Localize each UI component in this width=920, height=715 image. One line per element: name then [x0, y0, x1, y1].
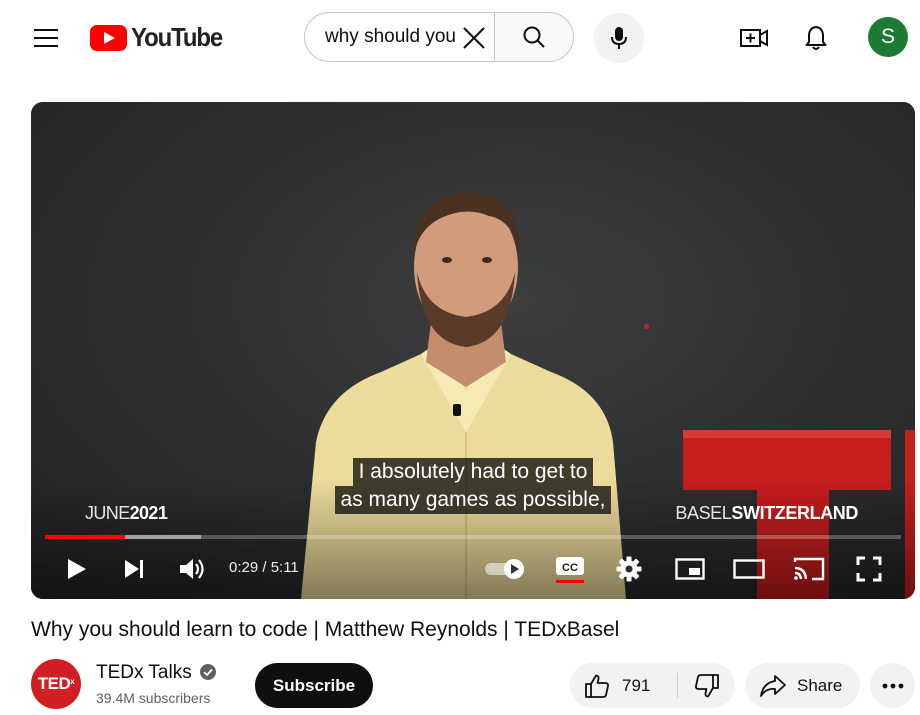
youtube-logo[interactable]: YouTube [90, 22, 230, 53]
like-button[interactable]: 791 [570, 663, 677, 708]
verified-badge-icon [200, 664, 216, 680]
subtitles-button[interactable]: CC [553, 552, 587, 586]
thumbs-down-icon [694, 673, 719, 697]
event-year: 2021 [129, 503, 168, 523]
like-dislike-group: 791 [570, 663, 735, 708]
create-button[interactable] [734, 18, 774, 58]
svg-text:CC: CC [562, 562, 578, 574]
youtube-play-logo-icon [90, 24, 127, 51]
more-actions-button[interactable] [870, 663, 915, 708]
channel-avatar-text: TED [37, 674, 71, 693]
caption-line-2: as many games as possible, [334, 486, 612, 514]
event-month: JUNE [85, 503, 130, 523]
search-box[interactable] [304, 12, 494, 62]
hamburger-menu-icon [34, 29, 58, 47]
next-button[interactable] [117, 552, 151, 586]
caption-line-1: I absolutely had to get to [352, 458, 594, 486]
mute-button[interactable] [175, 552, 209, 586]
share-label: Share [797, 675, 843, 695]
event-date-overlay: JUNE2021 [85, 503, 168, 524]
account-avatar[interactable]: S [868, 17, 908, 57]
masthead: YouTube why should you S [0, 0, 920, 76]
cast-button[interactable] [792, 552, 826, 586]
skip-next-icon [125, 560, 143, 578]
thumbs-up-icon [585, 674, 609, 698]
search-input[interactable] [325, 26, 461, 48]
fullscreen-button[interactable] [852, 552, 886, 586]
gear-icon [616, 556, 642, 582]
more-horizontal-icon [882, 683, 903, 688]
create-video-icon [740, 29, 768, 47]
voice-search-button[interactable] [594, 13, 644, 63]
subscriber-count: 39.4M subscribers [96, 690, 211, 706]
play-icon [68, 559, 86, 579]
play-button[interactable] [59, 552, 93, 586]
progress-bar[interactable] [45, 535, 901, 539]
settings-button[interactable] [612, 552, 646, 586]
recording-light [644, 324, 649, 329]
clear-search-button[interactable] [460, 24, 488, 52]
video-player[interactable]: I absolutely had to get to as many games… [31, 102, 915, 599]
closed-captions-icon: CC [556, 557, 584, 583]
autoplay-toggle[interactable] [483, 552, 527, 586]
like-count: 791 [622, 675, 651, 695]
channel-name[interactable]: TEDx Talks [96, 662, 192, 684]
volume-icon [180, 559, 204, 579]
miniplayer-icon [675, 558, 705, 580]
dislike-button[interactable] [678, 663, 735, 708]
theater-mode-icon [733, 559, 765, 579]
video-title: Why you should learn to code | Matthew R… [31, 618, 620, 641]
event-country: SWITZERLAND [731, 503, 858, 523]
channel-avatar[interactable]: TED x [31, 659, 81, 709]
autoplay-toggle-icon [485, 559, 524, 579]
search-icon [523, 26, 545, 48]
close-icon [463, 27, 485, 49]
event-city: BASEL [675, 503, 732, 523]
channel-avatar-sup: x [70, 676, 75, 686]
share-button[interactable]: Share [745, 663, 860, 708]
miniplayer-button[interactable] [673, 552, 707, 586]
bell-icon [805, 26, 827, 50]
subscribe-button[interactable]: Subscribe [255, 663, 373, 708]
fullscreen-icon [856, 556, 882, 582]
event-location-overlay: BASELSWITZERLAND [675, 503, 858, 524]
theater-mode-button[interactable] [732, 552, 766, 586]
notifications-button[interactable] [796, 18, 836, 58]
youtube-wordmark: YouTube [131, 22, 223, 52]
microphone-icon [611, 27, 627, 49]
time-display: 0:29 / 5:11 [229, 559, 299, 576]
progress-played [45, 535, 125, 539]
cast-icon [793, 557, 825, 581]
guide-menu-button[interactable] [26, 20, 66, 56]
search-button[interactable] [494, 12, 574, 62]
share-icon [760, 674, 786, 697]
video-frame [31, 102, 915, 599]
